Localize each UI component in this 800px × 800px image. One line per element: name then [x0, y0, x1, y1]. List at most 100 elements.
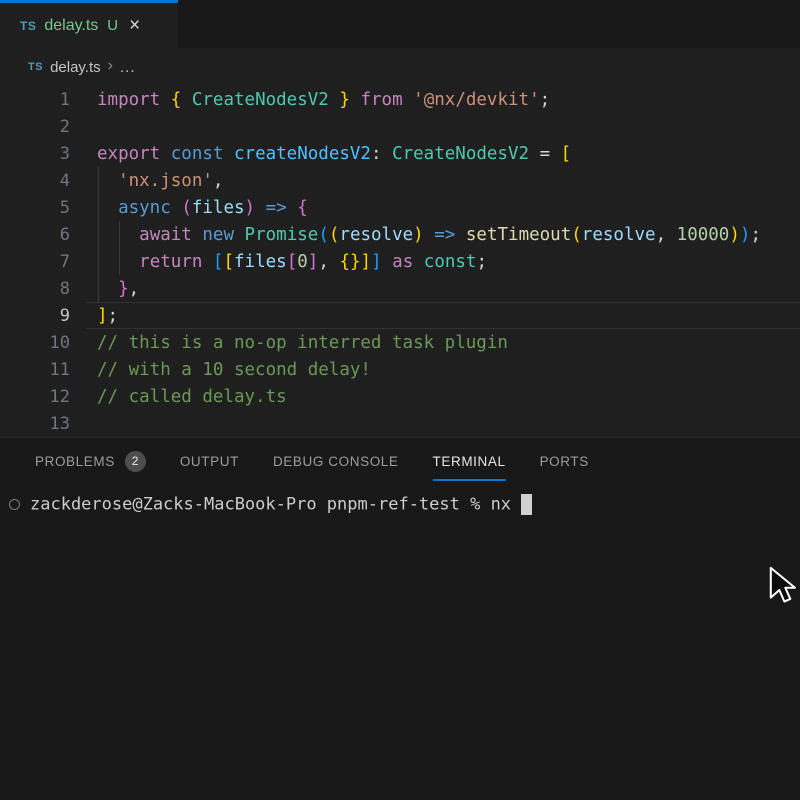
terminal-prompt: zackderose@Zacks-MacBook-Pro pnpm-ref-te…	[30, 494, 532, 515]
line-number: 8	[0, 279, 70, 299]
code-text: // this is a no-op interred task plugin	[97, 333, 508, 353]
code-line[interactable]: 13	[0, 410, 800, 437]
panel-tab-debug-console[interactable]: DEBUG CONSOLE	[273, 438, 399, 484]
line-number: 1	[0, 90, 70, 110]
code-line[interactable]: 10 // this is a no-op interred task plugi…	[0, 329, 800, 356]
code-token: )	[729, 225, 740, 245]
panel-tab-label: PROBLEMS	[35, 454, 115, 469]
code-token: =>	[434, 225, 455, 245]
code-token: 0	[297, 252, 308, 272]
code-line[interactable]: 6 await new Promise((resolve) => setTime…	[0, 221, 800, 248]
panel-tab-bar: PROBLEMS 2 OUTPUT DEBUG CONSOLE TERMINAL PORT…	[0, 438, 800, 484]
indent-guide	[98, 194, 99, 221]
problems-count-badge: 2	[125, 451, 146, 472]
line-number: 4	[0, 171, 70, 191]
code-token	[192, 225, 203, 245]
indent-guide	[98, 275, 99, 302]
typescript-file-icon: TS	[20, 19, 36, 33]
current-line-highlight	[86, 302, 800, 329]
code-editor[interactable]: 1import { CreateNodesV2 } from '@nx/devk…	[0, 86, 800, 437]
code-token: return	[139, 252, 202, 272]
code-token	[329, 90, 340, 110]
bottom-panel: PROBLEMS 2 OUTPUT DEBUG CONSOLE TERMINAL PORT…	[0, 437, 800, 800]
indent-guide	[119, 221, 120, 248]
code-token: ,	[318, 252, 329, 272]
code-token	[160, 144, 171, 164]
code-line[interactable]: 12// called delay.ts	[0, 383, 800, 410]
line-number: 10	[0, 333, 70, 353]
code-token	[550, 144, 561, 164]
code-token	[160, 90, 171, 110]
code-token: }	[118, 279, 129, 299]
code-token	[382, 144, 393, 164]
code-token: =	[540, 144, 551, 164]
code-token	[455, 225, 466, 245]
code-token	[223, 144, 234, 164]
panel-tab-ports[interactable]: PORTS	[540, 438, 589, 484]
code-token: [	[213, 252, 224, 272]
code-token: files	[192, 198, 245, 218]
code-line[interactable]: 1import { CreateNodesV2 } from '@nx/devk…	[0, 86, 800, 113]
close-icon[interactable]: ×	[129, 16, 140, 35]
code-text: // called delay.ts	[97, 387, 287, 407]
code-token: {	[171, 90, 182, 110]
panel-tab-output[interactable]: OUTPUT	[180, 438, 239, 484]
indent-guide	[98, 167, 99, 194]
code-line[interactable]: 8 },	[0, 275, 800, 302]
breadcrumb-symbol-ellipsis[interactable]: ...	[120, 59, 136, 76]
terminal[interactable]: zackderose@Zacks-MacBook-Pro pnpm-ref-te…	[0, 490, 800, 518]
panel-tab-label: OUTPUT	[180, 454, 239, 469]
code-token: async	[118, 198, 171, 218]
breadcrumb-file[interactable]: delay.ts	[50, 59, 101, 76]
tab-delay-ts[interactable]: TS delay.ts U ×	[0, 0, 178, 48]
indent-guide	[98, 248, 99, 275]
code-token: [	[287, 252, 298, 272]
code-line[interactable]: 7 return [[files[0], {}]] as const;	[0, 248, 800, 275]
code-text: },	[97, 279, 139, 299]
code-token: ]	[308, 252, 319, 272]
code-token: // called delay.ts	[97, 387, 287, 407]
code-token: [	[223, 252, 234, 272]
code-text: return [[files[0], {}]] as const;	[97, 252, 487, 272]
code-token: const	[424, 252, 477, 272]
code-token: await	[139, 225, 192, 245]
code-line[interactable]: 3 export const createNodesV2: CreateNodes…	[0, 140, 800, 167]
code-token: [	[561, 144, 572, 164]
code-text: // with a 10 second delay!	[97, 360, 371, 380]
code-token: (	[318, 225, 329, 245]
code-line[interactable]: 4 'nx.json',	[0, 167, 800, 194]
code-token: ;	[108, 306, 119, 326]
breadcrumb: TS delay.ts › ...	[0, 48, 800, 86]
panel-tab-label: PORTS	[540, 454, 589, 469]
code-token: (	[181, 198, 192, 218]
code-line[interactable]: 2	[0, 113, 800, 140]
typescript-file-icon: TS	[28, 61, 43, 73]
code-text: export const createNodesV2: CreateNodesV…	[97, 144, 571, 164]
code-token: )	[740, 225, 751, 245]
code-token	[97, 198, 118, 218]
line-number: 7	[0, 252, 70, 272]
code-line[interactable]: 5 async (files) => {	[0, 194, 800, 221]
code-token: :	[371, 144, 382, 164]
code-token: )	[245, 198, 256, 218]
code-token: (	[329, 225, 340, 245]
line-number: 11	[0, 360, 70, 380]
code-token	[350, 90, 361, 110]
code-token: ;	[540, 90, 551, 110]
code-token	[234, 225, 245, 245]
code-line[interactable]: 11 // with a 10 second delay!	[0, 356, 800, 383]
panel-tab-terminal[interactable]: TERMINAL	[433, 438, 506, 484]
line-number: 3	[0, 144, 70, 164]
code-line[interactable]: 9];	[0, 302, 800, 329]
code-token	[202, 252, 213, 272]
indent-guide	[119, 248, 120, 275]
code-token: {}	[339, 252, 360, 272]
code-token: CreateNodesV2	[392, 144, 529, 164]
code-token: }	[339, 90, 350, 110]
code-token	[255, 198, 266, 218]
terminal-block-cursor	[521, 494, 532, 515]
panel-tab-label: DEBUG CONSOLE	[273, 454, 399, 469]
code-token: 'nx.json'	[118, 171, 213, 191]
panel-tab-problems[interactable]: PROBLEMS 2	[35, 438, 146, 484]
code-token	[413, 252, 424, 272]
